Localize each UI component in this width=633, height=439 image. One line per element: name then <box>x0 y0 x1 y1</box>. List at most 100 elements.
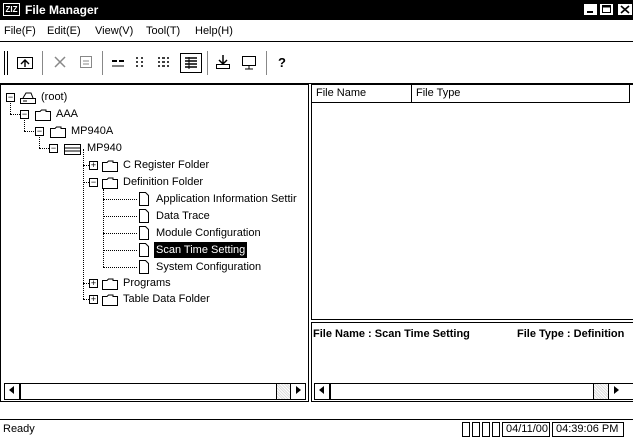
file-icon <box>139 243 149 257</box>
scroll-track[interactable] <box>330 384 608 399</box>
monitor-icon <box>242 56 256 70</box>
folder-icon <box>102 278 118 290</box>
up-folder-button[interactable] <box>14 53 36 73</box>
detail-file-type: File Type : Definition <box>517 328 625 340</box>
menu-edit[interactable]: Edit(E) <box>47 24 81 38</box>
column-header-file-type[interactable]: File Type <box>412 85 630 103</box>
tree-item-root[interactable]: − (root) <box>1 89 301 105</box>
toolbar-separator <box>42 51 43 75</box>
file-icon <box>139 192 149 206</box>
tree-item-data-trace[interactable]: Data Trace <box>1 208 301 224</box>
expand-toggle[interactable]: + <box>89 279 98 288</box>
arrow-left-icon <box>319 386 324 394</box>
tree-item-system-configuration[interactable]: System Configuration <box>1 259 301 275</box>
folder-icon <box>102 294 118 306</box>
menu-view[interactable]: View(V) <box>95 24 133 38</box>
help-button[interactable]: ? <box>273 53 291 73</box>
tree-item-table-data-folder[interactable]: + Table Data Folder <box>1 291 301 307</box>
maximize-icon <box>602 5 611 13</box>
tree-item-aaa[interactable]: − AAA <box>1 106 301 122</box>
tree-item-label: Application Information Settir <box>156 193 297 205</box>
close-icon <box>620 5 630 14</box>
tree-item-definition-folder[interactable]: − Definition Folder <box>1 174 301 190</box>
menu-help[interactable]: Help(H) <box>195 24 233 38</box>
column-header-file-name[interactable]: File Name <box>312 85 412 103</box>
toolbar-separator <box>102 51 103 75</box>
collapse-toggle[interactable]: − <box>6 93 15 102</box>
open-folder-icon <box>102 177 118 189</box>
tree-item-mp940[interactable]: − MP940 <box>1 140 301 156</box>
toolbar-grip-2 <box>7 51 8 75</box>
arrow-right-icon <box>296 386 301 394</box>
title-bar[interactable]: ZIZ File Manager <box>0 0 633 20</box>
properties-button[interactable] <box>75 53 97 73</box>
minimize-icon <box>587 11 593 13</box>
tree-item-label: Module Configuration <box>156 227 261 239</box>
toolbar-separator <box>266 51 267 75</box>
tree-item-programs[interactable]: + Programs <box>1 275 301 291</box>
folder-tree[interactable]: − (root) − AAA − MP940A − MP940 + C Regi… <box>0 84 309 402</box>
tree-item-mp940a[interactable]: − MP940A <box>1 123 301 139</box>
scroll-right-button[interactable] <box>608 384 623 399</box>
up-folder-icon <box>17 57 33 69</box>
small-icons-button[interactable] <box>132 53 152 73</box>
toolbar-grip <box>4 51 5 75</box>
large-icons-button[interactable] <box>108 53 128 73</box>
tree-item-label: System Configuration <box>156 261 262 273</box>
tree-horizontal-scrollbar[interactable] <box>4 383 306 400</box>
expand-toggle[interactable]: + <box>89 295 98 304</box>
tree-item-label: AAA <box>56 108 79 120</box>
network-drive-icon <box>20 92 36 104</box>
scroll-left-button[interactable] <box>315 384 330 399</box>
file-list[interactable]: File Name File Type <box>311 84 633 320</box>
list-view-button[interactable] <box>155 53 175 73</box>
menu-bar: File(F) Edit(E) View(V) Tool(T) Help(H) <box>0 21 633 42</box>
tree-item-scan-time-setting[interactable]: Scan Time Setting <box>1 242 301 258</box>
tree-item-label-selected: Scan Time Setting <box>154 242 248 258</box>
scroll-thumb[interactable] <box>20 384 277 399</box>
scroll-left-button[interactable] <box>5 384 20 399</box>
tree-item-label: (root) <box>41 91 68 103</box>
close-button[interactable] <box>617 3 633 16</box>
download-button[interactable] <box>212 53 234 73</box>
expand-toggle[interactable]: + <box>89 161 98 170</box>
menu-file[interactable]: File(F) <box>4 24 36 38</box>
details-pane: File Name : Scan Time Setting File Type … <box>311 322 633 402</box>
collapse-toggle[interactable]: − <box>89 178 98 187</box>
toolbar: ? <box>0 43 633 84</box>
tree-item-application-information[interactable]: Application Information Settir <box>1 191 308 207</box>
collapse-toggle[interactable]: − <box>49 144 58 153</box>
folder-icon <box>102 160 118 172</box>
list-view-icon <box>158 57 169 67</box>
tree-item-module-configuration[interactable]: Module Configuration <box>1 225 301 241</box>
collapse-toggle[interactable]: − <box>35 127 44 136</box>
app-icon: ZIZ <box>3 3 20 16</box>
status-time: 04:39:06 PM <box>552 422 624 437</box>
tree-item-label: MP940 <box>87 142 122 154</box>
collapse-toggle[interactable]: − <box>20 110 29 119</box>
scroll-right-button[interactable] <box>290 384 305 399</box>
arrow-left-icon <box>9 386 14 394</box>
status-indicator <box>472 422 480 437</box>
detail-file-name: File Name : Scan Time Setting <box>313 328 470 340</box>
scroll-track[interactable] <box>20 384 290 399</box>
delete-button[interactable] <box>49 53 71 73</box>
menu-tool[interactable]: Tool(T) <box>146 24 180 38</box>
details-view-button[interactable] <box>180 53 202 73</box>
tree-item-c-register-folder[interactable]: + C Register Folder <box>1 157 301 173</box>
tree-item-label: Programs <box>123 277 171 289</box>
status-indicator <box>482 422 490 437</box>
folder-icon <box>50 126 66 138</box>
tree-item-label: C Register Folder <box>123 159 210 171</box>
maximize-button[interactable] <box>599 3 614 16</box>
scroll-thumb[interactable] <box>330 384 594 399</box>
minimize-button[interactable] <box>583 3 598 16</box>
tree-item-label: Table Data Folder <box>123 293 210 305</box>
folder-icon <box>35 109 51 121</box>
window-title: File Manager <box>25 3 99 17</box>
file-icon <box>139 226 149 240</box>
transfer-button[interactable] <box>238 53 260 73</box>
details-horizontal-scrollbar[interactable] <box>314 383 633 400</box>
status-bar: Ready 04/11/00 04:39:06 PM <box>0 419 633 439</box>
controller-icon <box>64 144 81 155</box>
